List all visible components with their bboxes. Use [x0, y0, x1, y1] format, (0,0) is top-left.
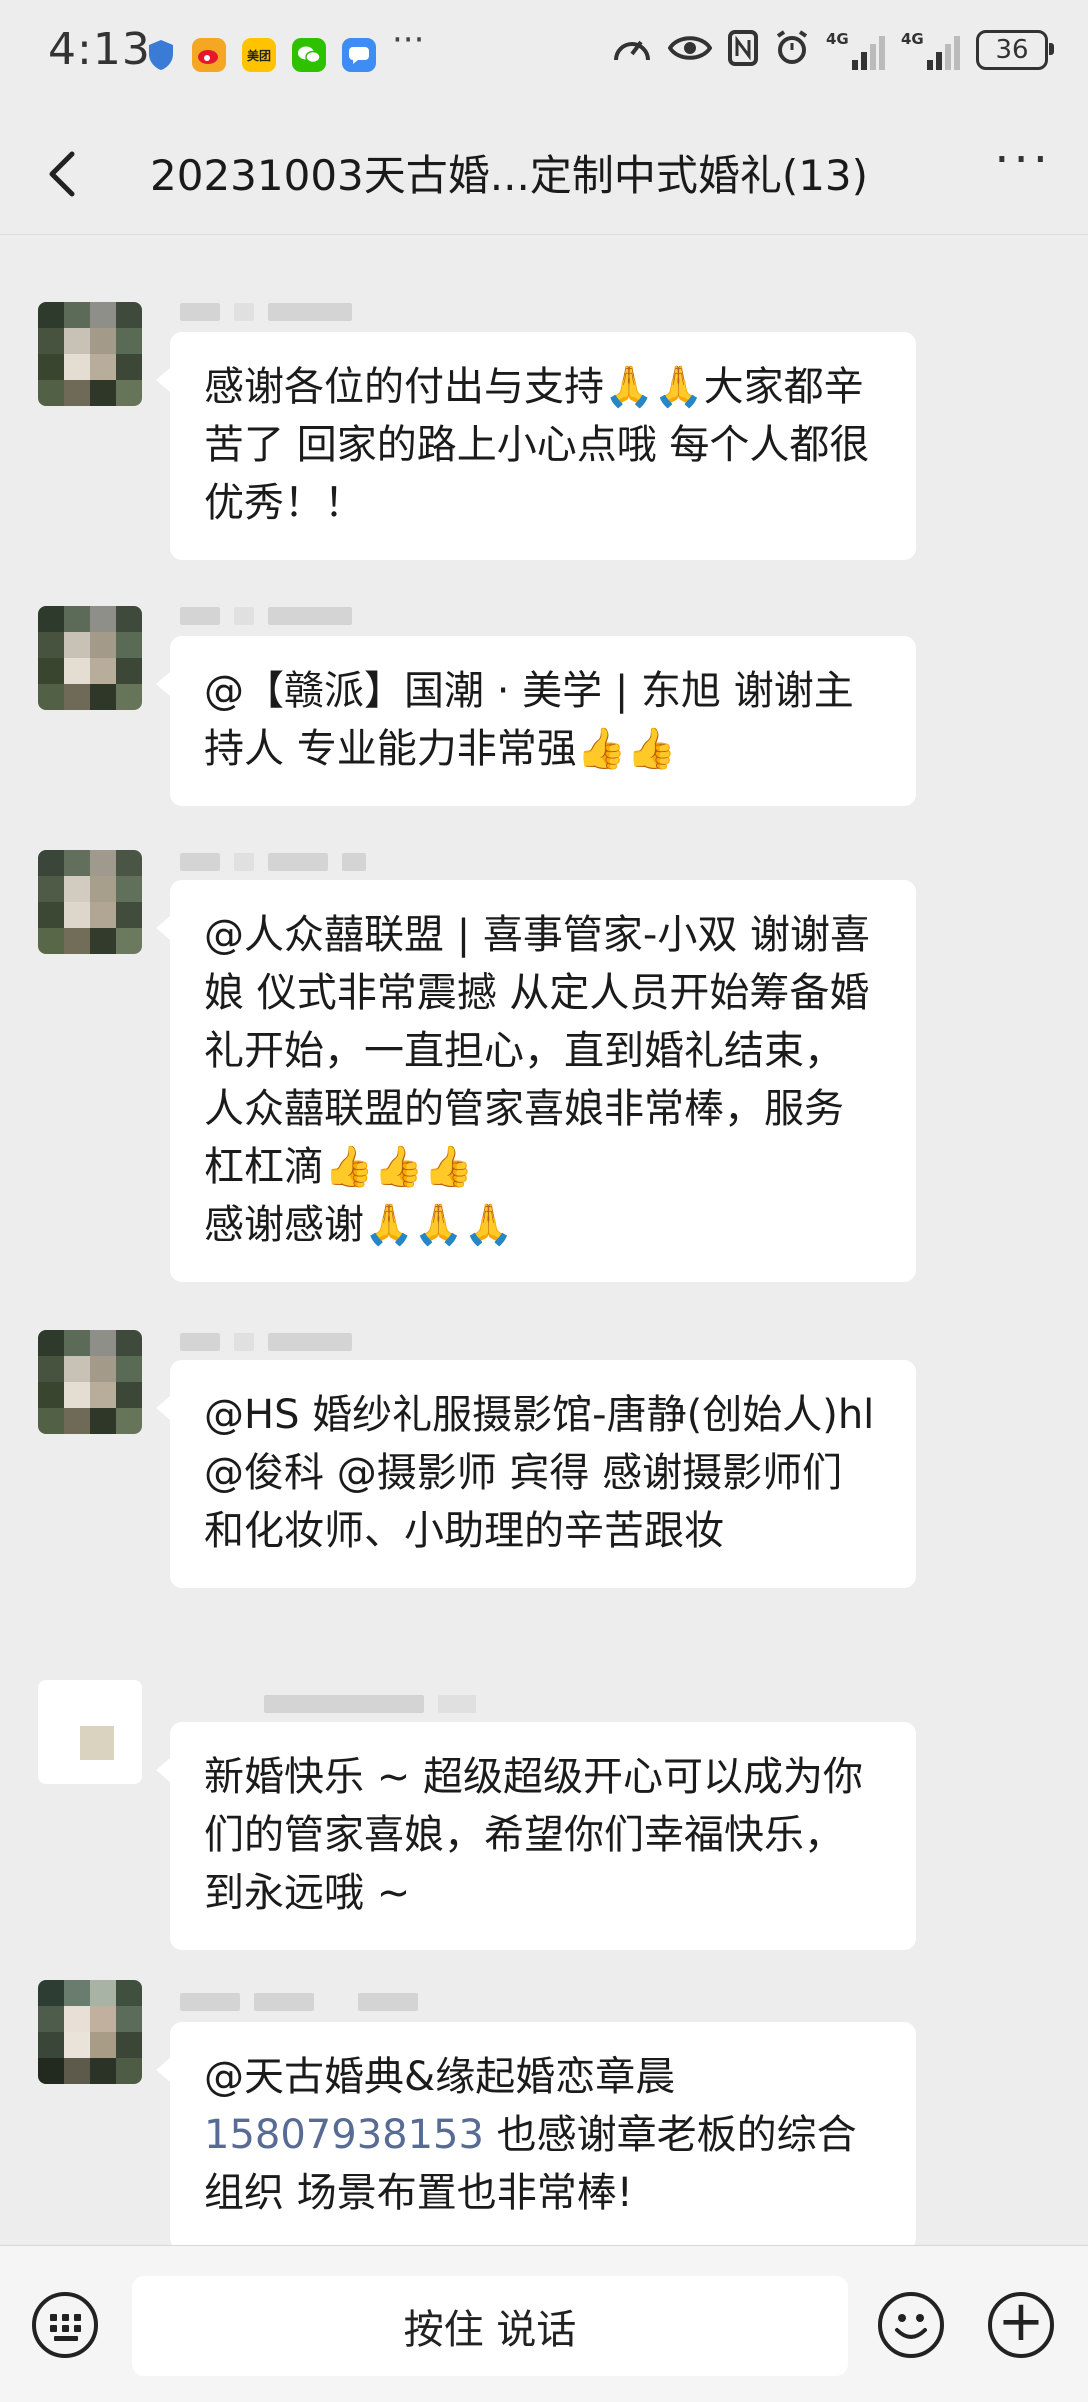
message-bubble[interactable]: @人众囍联盟 | 喜事管家-小双 谢谢喜娘 仪式非常震撼 从定人员开始筹备婚礼开…: [156, 880, 916, 1282]
eye-icon: [667, 33, 713, 67]
phone-link[interactable]: 15807938153: [204, 2112, 484, 2158]
status-right-icons: 4G 4G 36: [612, 30, 1054, 70]
hold-to-talk-button[interactable]: 按住 说话: [132, 2276, 848, 2376]
message-icon: [342, 38, 376, 72]
avatar[interactable]: [38, 302, 142, 406]
status-more-indicator: ···: [392, 20, 425, 60]
back-button[interactable]: [38, 144, 94, 204]
message-bubble[interactable]: @天古婚典&缘起婚恋章晨 15807938153 也感谢章老板的综合组织 场景布…: [156, 2022, 916, 2250]
avatar[interactable]: [38, 606, 142, 710]
message-bubble[interactable]: 感谢各位的付出与支持🙏🙏大家都辛苦了 回家的路上小心点哦 每个人都很优秀！！: [156, 332, 916, 560]
sender-name-blurred: [180, 606, 352, 626]
shield-icon: [144, 38, 178, 72]
sender-name-blurred: [264, 1694, 476, 1714]
avatar[interactable]: [38, 1330, 142, 1434]
nfc-icon: [728, 30, 758, 70]
message-bubble[interactable]: @【赣派】国潮 · 美学 | 东旭 谢谢主持人 专业能力非常强👍👍: [156, 636, 916, 806]
emoji-icon[interactable]: [878, 2292, 944, 2358]
avatar[interactable]: [38, 1980, 142, 2084]
message-text: @天古婚典&缘起婚恋章晨: [204, 2054, 676, 2100]
meituan-icon: 美团: [242, 38, 276, 72]
battery-icon: 36: [976, 30, 1054, 70]
chat-header: 20231003天古婚...定制中式婚礼(13) ···: [0, 112, 1088, 235]
weibo-icon: [192, 38, 226, 72]
alarm-icon: [774, 30, 810, 70]
status-bar: 4:13 美团 ··· 4G 4G 36: [0, 0, 1088, 112]
sender-name-blurred: [180, 852, 366, 872]
message-bubble[interactable]: 新婚快乐 ~ 超级超级开心可以成为你们的管家喜娘，希望你们幸福快乐，到永远哦 ~: [156, 1722, 916, 1950]
message-bubble[interactable]: @HS 婚纱礼服摄影馆-唐静(创始人)hl @俊科 @摄影师 宾得 感谢摄影师们…: [156, 1360, 916, 1588]
wechat-icon: [292, 38, 326, 72]
keyboard-icon[interactable]: [32, 2292, 98, 2358]
chat-title[interactable]: 20231003天古婚...定制中式婚礼(13): [150, 142, 868, 203]
avatar[interactable]: [38, 1680, 142, 1784]
signal-icon-1: 4G: [826, 30, 885, 70]
avatar[interactable]: [38, 850, 142, 954]
chevron-left-icon: [49, 151, 75, 197]
status-time: 4:13: [48, 24, 151, 75]
signal-icon-2: 4G: [901, 30, 960, 70]
sender-name-blurred: [180, 302, 352, 322]
sender-name-blurred: [180, 1992, 418, 2012]
plus-icon[interactable]: +: [988, 2292, 1054, 2358]
sender-name-blurred: [180, 1332, 352, 1352]
more-options-button[interactable]: ···: [994, 132, 1052, 188]
speed-icon: [612, 30, 652, 70]
input-bar: 按住 说话 +: [0, 2245, 1088, 2402]
